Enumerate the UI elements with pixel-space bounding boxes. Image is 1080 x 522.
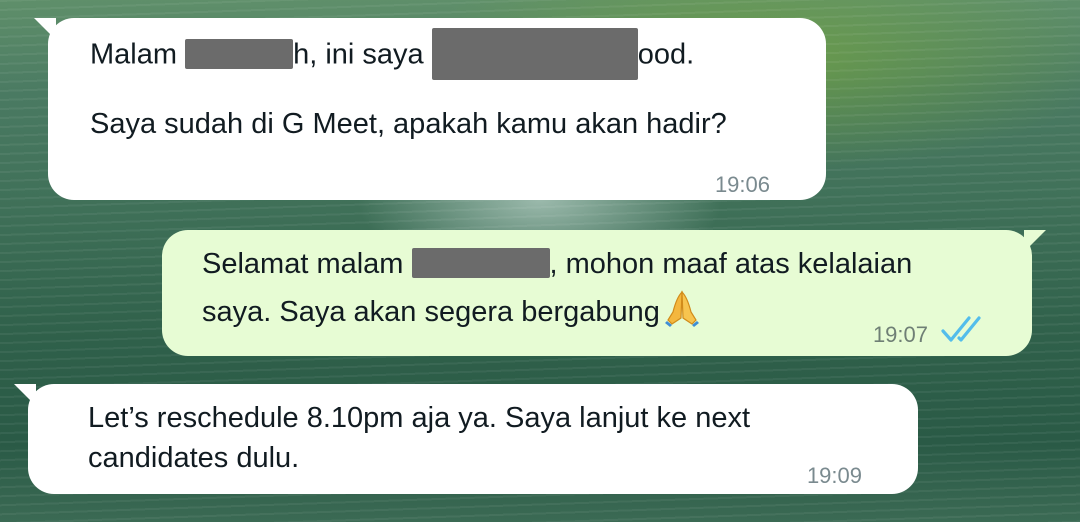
message-text: Selamat malam	[202, 248, 412, 280]
bubble-tail	[14, 384, 36, 406]
message-text: Saya sudah di G Meet, apakah kamu akan h…	[90, 108, 727, 140]
message-text-line: saya. Saya akan segera bergabung	[202, 288, 700, 339]
message-text: h, ini saya	[293, 38, 432, 71]
folded-hands-icon	[664, 288, 700, 339]
redacted-name	[411, 248, 550, 279]
message-text: candidates dulu.	[88, 442, 300, 474]
message-text-line: Malam h, ini saya ood.	[90, 28, 695, 80]
message-timestamp: 19:07	[872, 322, 928, 347]
message-text-line: Selamat malam , mohon maaf atas kelalaia…	[202, 244, 912, 284]
double-check-read-icon	[940, 314, 986, 355]
bubble-tail	[34, 18, 56, 40]
redacted-name	[185, 39, 294, 69]
bubble-tail	[1024, 230, 1046, 252]
redacted-text	[431, 28, 638, 80]
message-timestamp: 19:06	[714, 172, 770, 197]
message-text: Malam	[90, 38, 186, 71]
message-bubble-incoming-3[interactable]: Let’s reschedule 8.10pm aja ya. Saya lan…	[14, 384, 918, 494]
message-text: , mohon maaf atas kelalaian	[549, 248, 913, 280]
message-bubble-incoming-1[interactable]: Malam h, ini saya ood. Saya sudah di G M…	[34, 18, 826, 200]
message-text: Let’s reschedule 8.10pm aja ya. Saya lan…	[88, 402, 751, 434]
message-bubble-outgoing-2[interactable]: Selamat malam , mohon maaf atas kelalaia…	[162, 230, 1046, 356]
message-timestamp: 19:09	[806, 463, 862, 488]
message-text: saya. Saya akan segera bergabung	[202, 296, 660, 329]
message-text: ood.	[637, 38, 695, 71]
